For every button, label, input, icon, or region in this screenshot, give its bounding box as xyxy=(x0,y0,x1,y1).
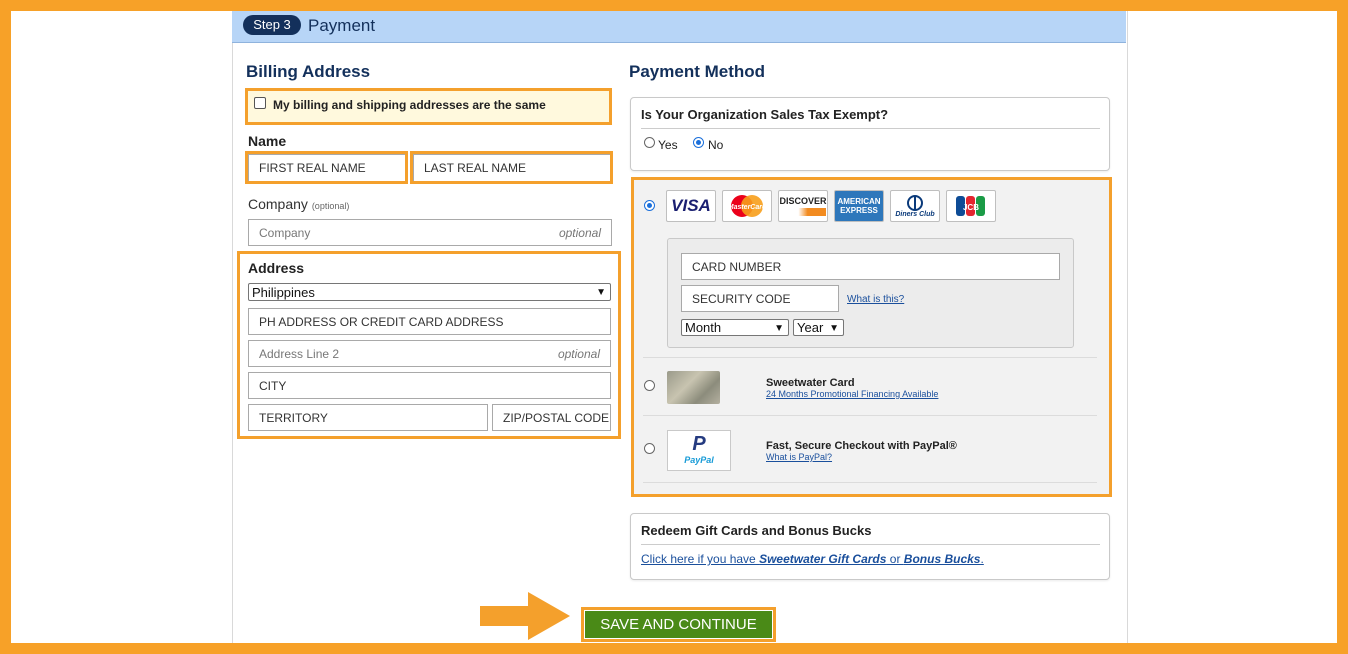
zip-value: ZIP/POSTAL CODE xyxy=(503,410,610,425)
city-value: CITY xyxy=(259,378,287,393)
what-is-this-link[interactable]: What is this? xyxy=(847,294,904,305)
paypal-icon: P PayPal xyxy=(667,430,731,471)
name-label: Name xyxy=(248,133,287,149)
last-name-highlight xyxy=(410,151,613,184)
credit-card-radio[interactable] xyxy=(644,200,655,211)
mastercard-icon: MasterCard xyxy=(722,190,772,222)
card-number-value: CARD NUMBER xyxy=(692,259,782,274)
billing-heading: Billing Address xyxy=(246,62,371,81)
step-header: Step 3 Payment xyxy=(232,11,1126,43)
tax-no-label: No xyxy=(708,138,724,152)
gift-link-em1: Sweetwater Gift Cards xyxy=(759,552,887,566)
divider xyxy=(643,357,1097,358)
svg-text:MasterCard: MasterCard xyxy=(728,204,767,211)
gift-link-em2: Bonus Bucks xyxy=(903,552,981,566)
paypal-title: Fast, Secure Checkout with PayPal® xyxy=(766,440,957,452)
divider xyxy=(641,544,1100,545)
gift-link-suffix: . xyxy=(980,552,984,566)
gift-card-heading: Redeem Gift Cards and Bonus Bucks xyxy=(641,523,872,538)
year-select[interactable]: Year ▼ xyxy=(793,319,844,336)
month-value: Month xyxy=(685,320,722,335)
zip-field[interactable]: ZIP/POSTAL CODE xyxy=(492,404,611,431)
chevron-down-icon: ▼ xyxy=(829,323,839,334)
diners-logo xyxy=(907,194,923,211)
year-value: Year xyxy=(797,320,824,335)
gift-card-box: Redeem Gift Cards and Bonus Bucks Click … xyxy=(630,513,1110,580)
company-placeholder: Company xyxy=(259,225,311,240)
tax-no-radio[interactable] xyxy=(693,137,704,148)
month-select[interactable]: Month ▼ xyxy=(681,319,789,336)
chevron-down-icon: ▼ xyxy=(596,287,606,298)
amex-icon: AMERICAN EXPRESS xyxy=(834,190,884,222)
company-field[interactable]: Company optional xyxy=(248,219,612,246)
address-line2-optional: optional xyxy=(557,346,600,361)
address-line2-field[interactable]: Address Line 2 optional xyxy=(248,340,611,367)
gift-card-link[interactable]: Click here if you have Sweetwater Gift C… xyxy=(641,552,984,566)
tax-yes-label: Yes xyxy=(658,138,678,152)
divider xyxy=(643,482,1097,483)
company-optional: optional xyxy=(558,225,601,240)
country-select[interactable]: Philippines ▼ xyxy=(248,283,611,301)
payment-heading: Payment Method xyxy=(629,62,766,81)
jcb-logo: JCB xyxy=(956,196,985,216)
arrow-right-icon xyxy=(480,592,570,640)
paypal-radio[interactable] xyxy=(644,443,655,454)
divider xyxy=(641,128,1100,129)
visa-icon: VISA xyxy=(666,190,716,222)
gift-link-mid: or xyxy=(886,552,904,566)
address-line1-field[interactable]: PH ADDRESS OR CREDIT CARD ADDRESS xyxy=(248,308,611,335)
company-label-text: Company xyxy=(248,196,308,212)
jcb-icon: JCB xyxy=(946,190,996,222)
territory-value: TERRITORY xyxy=(259,410,328,425)
svg-text:JCB: JCB xyxy=(963,203,979,212)
sweetwater-card-icon xyxy=(667,371,720,404)
security-code-field[interactable]: SECURITY CODE xyxy=(681,285,839,312)
sweetwater-financing-link[interactable]: 24 Months Promotional Financing Availabl… xyxy=(766,389,938,399)
territory-field[interactable]: TERRITORY xyxy=(248,404,488,431)
tax-yes-radio[interactable] xyxy=(644,137,655,148)
security-code-value: SECURITY CODE xyxy=(692,291,791,306)
same-address-label: My billing and shipping addresses are th… xyxy=(273,98,546,112)
step-title: Payment xyxy=(308,16,376,35)
sweetwater-card-radio[interactable] xyxy=(644,380,655,391)
address-line1-value: PH ADDRESS OR CREDIT CARD ADDRESS xyxy=(259,314,504,329)
diners-club-icon: Diners Club xyxy=(890,190,940,222)
city-field[interactable]: CITY xyxy=(248,372,611,399)
discover-icon: DISCOVER xyxy=(778,190,828,222)
paypal-logo-text: PayPal xyxy=(684,455,714,465)
chevron-down-icon: ▼ xyxy=(774,323,784,334)
mastercard-logo: MasterCard xyxy=(728,195,767,217)
tax-exempt-box: Is Your Organization Sales Tax Exempt? Y… xyxy=(630,97,1110,171)
country-value: Philippines xyxy=(252,284,315,300)
save-and-continue-button[interactable]: SAVE AND CONTINUE xyxy=(585,611,772,638)
step-badge: Step 3 xyxy=(243,15,301,35)
divider xyxy=(643,415,1097,416)
card-number-field[interactable]: CARD NUMBER xyxy=(681,253,1060,280)
first-name-highlight xyxy=(245,151,408,184)
address-line2-placeholder: Address Line 2 xyxy=(259,346,340,361)
company-optional-note: (optional) xyxy=(311,201,350,211)
gift-link-prefix: Click here if you have xyxy=(641,552,760,566)
what-is-paypal-link[interactable]: What is PayPal? xyxy=(766,452,832,462)
company-label: Company (optional) xyxy=(248,196,349,212)
address-label: Address xyxy=(248,260,305,276)
tax-exempt-question: Is Your Organization Sales Tax Exempt? xyxy=(641,107,889,122)
sweetwater-card-title: Sweetwater Card xyxy=(766,377,855,389)
same-address-checkbox[interactable] xyxy=(254,97,266,109)
